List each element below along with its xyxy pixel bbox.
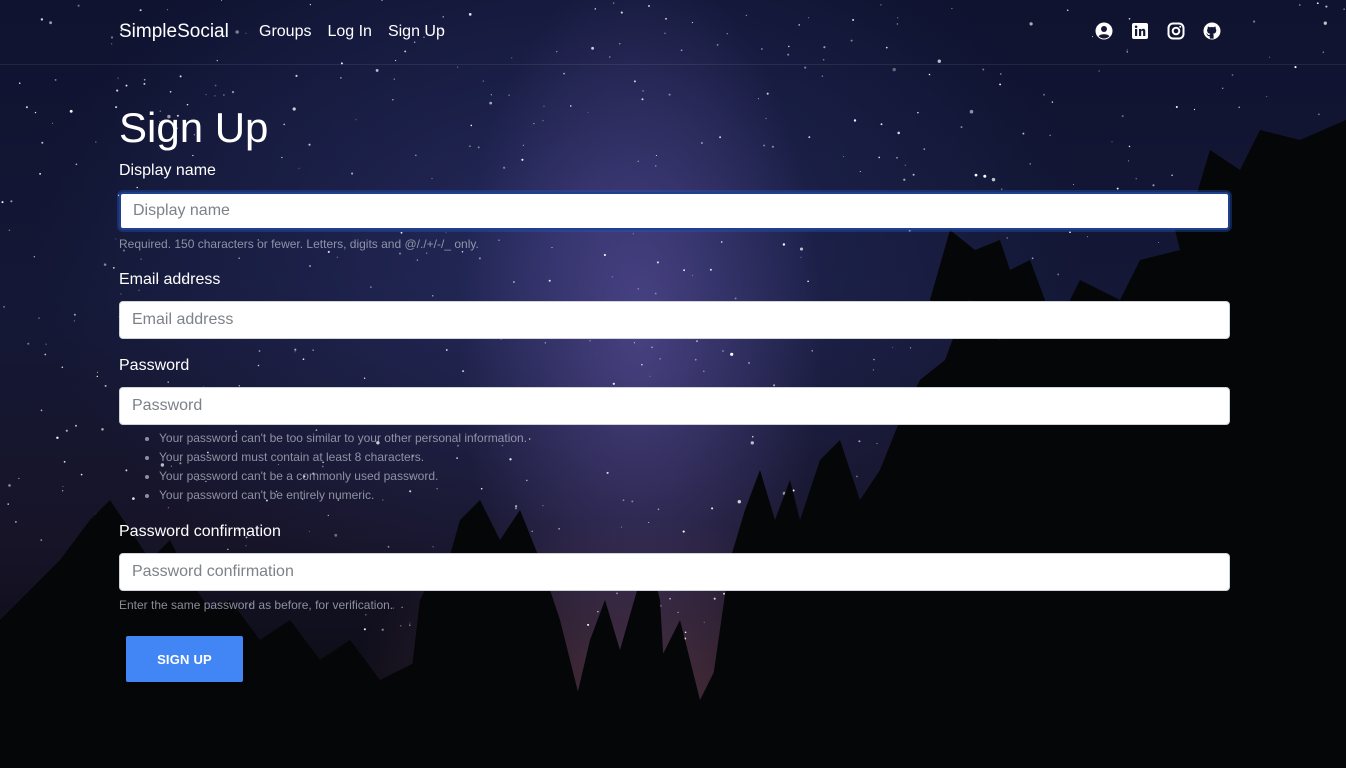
linkedin-icon[interactable] — [1131, 22, 1149, 40]
brand-logo-link[interactable]: SimpleSocial — [119, 20, 229, 44]
top-navbar: SimpleSocial Groups Log In Sign Up — [0, 0, 1346, 65]
password-help-list: Your password can't be too similar to yo… — [119, 429, 859, 505]
display-name-help-text: Required. 150 characters or fewer. Lette… — [119, 237, 479, 251]
password-label: Password — [119, 357, 190, 374]
password-confirmation-help-text: Enter the same password as before, for v… — [119, 598, 394, 612]
social-icons — [1095, 22, 1221, 40]
display-name-label: Display name — [119, 162, 216, 179]
github-icon[interactable] — [1203, 22, 1221, 40]
nav-link-groups[interactable]: Groups — [259, 21, 311, 43]
password-input[interactable] — [119, 387, 1230, 425]
display-name-group: Display name — [119, 160, 216, 182]
nav-links: Groups Log In Sign Up — [259, 21, 461, 43]
password-confirmation-input[interactable] — [119, 553, 1230, 591]
email-label: Email address — [119, 271, 221, 288]
password-help-item: Your password can't be too similar to yo… — [159, 429, 859, 448]
instagram-icon[interactable] — [1167, 22, 1185, 40]
signup-form-container: Sign Up Display name Required. 150 chara… — [119, 100, 1230, 682]
page-title: Sign Up — [119, 104, 269, 151]
display-name-input[interactable] — [119, 192, 1230, 230]
password-help-item: Your password must contain at least 8 ch… — [159, 448, 859, 467]
sign-up-button[interactable]: SIGN UP — [126, 636, 243, 682]
nav-link-log-in[interactable]: Log In — [327, 21, 371, 43]
email-input[interactable] — [119, 301, 1230, 339]
account-circle-icon[interactable] — [1095, 22, 1113, 40]
password-help-item: Your password can't be entirely numeric. — [159, 486, 859, 505]
nav-link-sign-up[interactable]: Sign Up — [388, 21, 445, 43]
password-help-item: Your password can't be a commonly used p… — [159, 467, 859, 486]
password-confirmation-label: Password confirmation — [119, 523, 281, 540]
